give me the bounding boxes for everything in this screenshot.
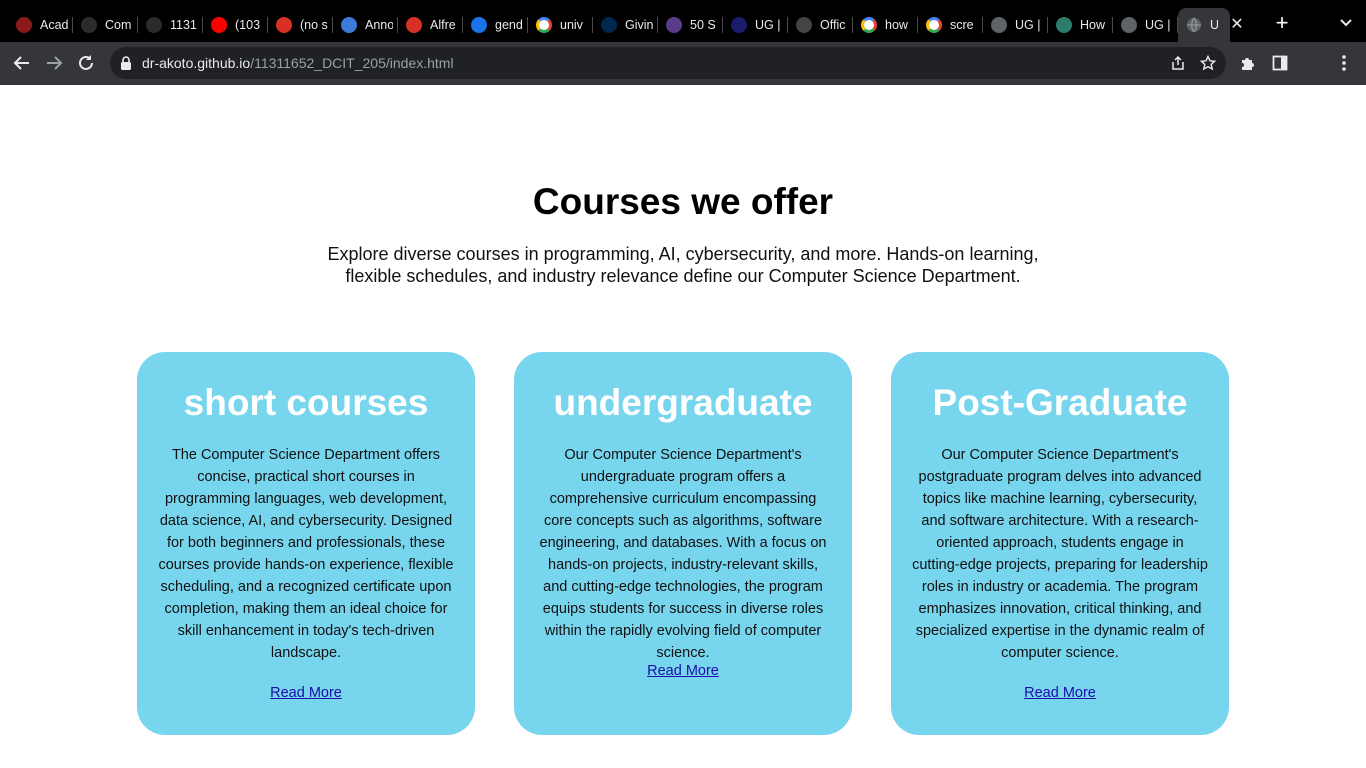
tab-title: univ [560, 18, 583, 32]
course-card-undergraduate: undergraduate Our Computer Science Depar… [514, 352, 852, 735]
read-more-link[interactable]: Read More [891, 685, 1229, 701]
url-host: dr-akoto.github.io [142, 55, 251, 71]
tab-active[interactable]: U [1178, 8, 1230, 42]
url-text: dr-akoto.github.io/11311652_DCIT_205/ind… [142, 55, 454, 71]
browser-tab[interactable]: Offic [788, 8, 853, 42]
tab-title: UG | [1015, 18, 1041, 32]
tab-title: Acad [40, 18, 68, 32]
tab-title: Com [105, 18, 132, 32]
browser-tab[interactable]: Alfre [398, 8, 463, 42]
browser-tab[interactable]: Anno [333, 8, 398, 42]
browser-tab[interactable]: UG | [983, 8, 1048, 42]
tab-title: 1131 [170, 18, 197, 32]
star-icon [1200, 55, 1216, 71]
reload-icon [79, 55, 93, 70]
google-icon [536, 17, 552, 33]
google-icon [926, 17, 942, 33]
gmail-icon [276, 17, 292, 33]
tab-title: how [885, 18, 908, 32]
tab-title: scre [950, 18, 974, 32]
lock-icon [121, 56, 131, 70]
tab-title: Givin [625, 18, 653, 32]
tab-title: Offic [820, 18, 846, 32]
page-content: Courses we offer Explore diverse courses… [0, 85, 1366, 768]
youtube-icon [211, 17, 227, 33]
back-arrow-icon [13, 56, 29, 70]
url-path: /11311652_DCIT_205/index.html [250, 55, 454, 71]
card-description: The Computer Science Department offers c… [158, 447, 454, 661]
browser-tab[interactable]: scre [918, 8, 983, 42]
tab-title: 50 S [690, 18, 716, 32]
browser-tab[interactable]: how [853, 8, 918, 42]
globe-icon [1121, 17, 1137, 33]
github-icon [146, 17, 162, 33]
forward-arrow-icon [47, 56, 63, 70]
side-panel-button[interactable] [1264, 47, 1296, 79]
doc-icon [341, 17, 357, 33]
tab-list: Acad Com 1131 (103 (no s Anno Alfre gend univ Giv… [8, 0, 1178, 42]
card-description: Our Computer Science Department's postgr… [912, 447, 1208, 661]
globe-icon [1186, 17, 1202, 33]
tab-title: How [1080, 18, 1106, 32]
tab-title: Alfre [430, 18, 456, 32]
tab-search-chevron-icon[interactable] [1338, 14, 1354, 30]
address-bar[interactable]: dr-akoto.github.io/11311652_DCIT_205/ind… [110, 47, 1226, 79]
browser-tab[interactable]: UG | [1113, 8, 1178, 42]
close-tab-icon[interactable]: ✕ [1228, 16, 1246, 34]
dots-icon [731, 17, 747, 33]
forward-button[interactable] [38, 47, 70, 79]
browser-tab[interactable]: univ [528, 8, 593, 42]
kebab-menu-icon [1342, 55, 1346, 71]
card-description: Our Computer Science Department's underg… [539, 447, 827, 661]
tab-title: U [1210, 18, 1218, 32]
section-intro: Explore diverse courses in programming, … [327, 244, 1039, 286]
google-icon [861, 17, 877, 33]
page-title: Courses we offer [532, 181, 834, 222]
reload-button[interactable] [70, 47, 102, 79]
card-heading: undergraduate [553, 382, 813, 423]
tab-title: gend [495, 18, 523, 32]
tab-title: Anno [365, 18, 393, 32]
read-more-link[interactable]: Read More [514, 663, 852, 679]
browser-tab[interactable]: gend [463, 8, 528, 42]
ub-icon [1056, 17, 1072, 33]
globe-icon [991, 17, 1007, 33]
red-crest-icon [16, 17, 32, 33]
browser-tab[interactable]: 1131 [138, 8, 203, 42]
browser-tab[interactable]: (no s [268, 8, 333, 42]
globe-icon [796, 17, 812, 33]
course-card-postgraduate: Post-Graduate Our Computer Science Depar… [891, 352, 1229, 735]
card-heading: Post-Graduate [932, 382, 1188, 423]
card-heading: short courses [183, 382, 429, 423]
tab-title: UG | [755, 18, 781, 32]
browser-tab[interactable]: How [1048, 8, 1113, 42]
new-tab-button[interactable]: + [1268, 10, 1296, 38]
back-button[interactable] [6, 47, 38, 79]
bookmark-button[interactable] [1192, 47, 1224, 79]
browser-tab[interactable]: Givin [593, 8, 658, 42]
browser-tab[interactable]: 50 S [658, 8, 723, 42]
read-more-link[interactable]: Read More [137, 685, 475, 701]
browser-tab[interactable]: UG | [723, 8, 788, 42]
share-icon [1172, 55, 1184, 70]
puzzle-icon [1242, 58, 1254, 70]
side-panel-icon [1272, 55, 1288, 71]
search-icon [471, 17, 487, 33]
share-button[interactable] [1162, 47, 1194, 79]
tab-title: (103 [235, 18, 261, 32]
crest-icon [666, 17, 682, 33]
browser-tab[interactable]: Com [73, 8, 138, 42]
menu-button[interactable] [1328, 47, 1360, 79]
browser-toolbar: dr-akoto.github.io/11311652_DCIT_205/ind… [0, 42, 1366, 85]
tab-strip: Acad Com 1131 (103 (no s Anno Alfre gend univ Giv… [0, 0, 1366, 42]
gmail-icon [406, 17, 422, 33]
browser-tab[interactable]: Acad [8, 8, 73, 42]
tab-title: (no s [300, 18, 328, 32]
course-card-short: short courses The Computer Science Depar… [137, 352, 475, 735]
github-icon [81, 17, 97, 33]
michigan-icon [601, 17, 617, 33]
browser-tab[interactable]: (103 [203, 8, 268, 42]
extensions-button[interactable] [1232, 47, 1264, 79]
tab-title: UG | [1145, 18, 1171, 32]
